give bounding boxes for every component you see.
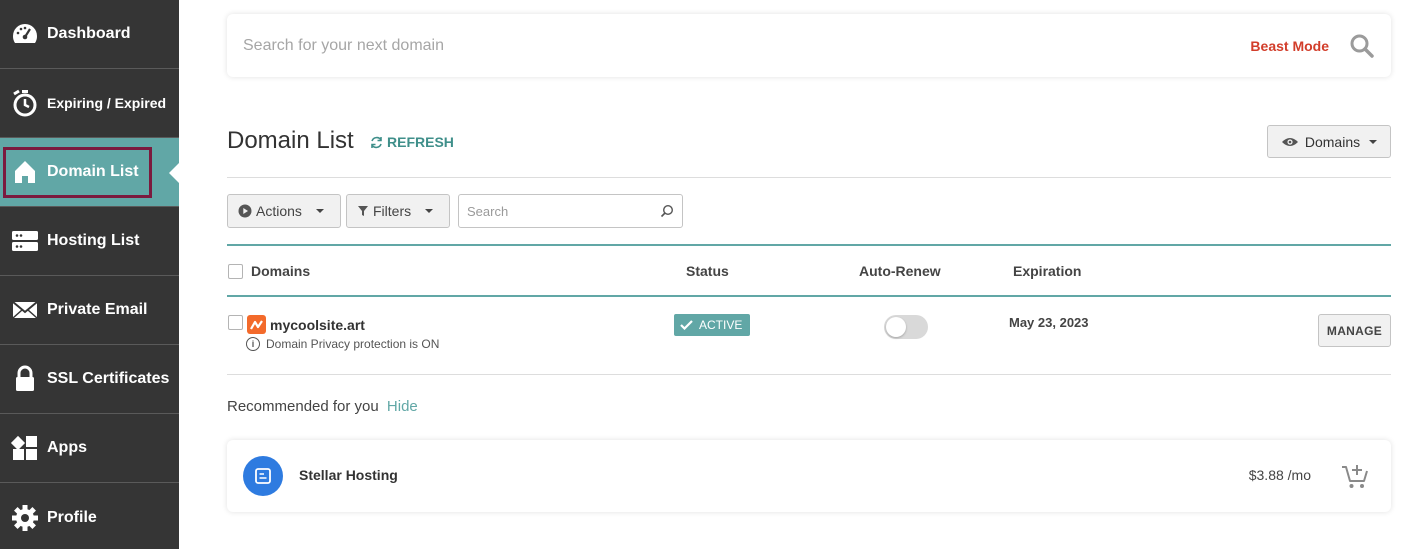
recommended-heading: Recommended for you Hide	[227, 398, 418, 415]
column-header-auto-renew[interactable]: Auto-Renew	[859, 263, 941, 279]
hide-recommended-link[interactable]: Hide	[387, 398, 418, 415]
speedometer-icon	[10, 19, 40, 49]
play-circle-icon	[238, 204, 252, 218]
status-badge: ACTIVE	[674, 314, 751, 336]
sidebar-item-expiring[interactable]: Expiring / Expired	[0, 69, 179, 138]
column-header-domains[interactable]: Domains	[251, 263, 310, 279]
eye-icon	[1281, 137, 1298, 146]
sidebar-item-ssl[interactable]: SSL Certificates	[0, 345, 179, 414]
domain-name-link[interactable]: mycoolsite.art	[270, 317, 365, 333]
refresh-button[interactable]: REFRESH	[370, 134, 454, 150]
expiration-date: May 23, 2023	[1009, 315, 1089, 330]
auto-renew-toggle[interactable]	[884, 315, 928, 339]
privacy-note-text: Domain Privacy protection is ON	[266, 337, 440, 351]
domain-search-input[interactable]	[243, 36, 1251, 55]
sidebar-item-label: Apps	[47, 439, 87, 456]
sidebar-item-label: Hosting List	[47, 232, 140, 249]
recommendation-price: $3.88 /mo	[1248, 467, 1311, 483]
column-header-status[interactable]: Status	[686, 263, 729, 279]
sidebar-item-label: Expiring / Expired	[47, 95, 167, 111]
gear-icon	[10, 503, 40, 533]
column-header-expiration[interactable]: Expiration	[1013, 263, 1081, 279]
sidebar-item-dashboard[interactable]: Dashboard	[0, 0, 179, 69]
divider	[227, 177, 1391, 178]
table-header: Domains Status Auto-Renew Expiration	[227, 244, 1391, 297]
chevron-down-icon	[315, 209, 324, 213]
recommendation-name: Stellar Hosting	[299, 467, 398, 483]
filters-dropdown[interactable]: Filters	[346, 194, 450, 228]
sidebar-item-label: Profile	[47, 508, 97, 526]
hosting-icon	[243, 456, 283, 496]
sidebar-item-apps[interactable]: Apps	[0, 414, 179, 483]
manage-button[interactable]: MANAGE	[1318, 314, 1391, 347]
sidebar-item-private-email[interactable]: Private Email	[0, 276, 179, 345]
actions-dropdown[interactable]: Actions	[227, 194, 341, 228]
timer-icon	[10, 88, 40, 118]
add-to-cart-icon[interactable]	[1341, 462, 1369, 490]
sidebar: Dashboard Expiring / Expired Domain List…	[0, 0, 179, 549]
server-icon	[10, 226, 40, 256]
view-dropdown[interactable]: Domains	[1267, 125, 1391, 158]
table-row: mycoolsite.art i Domain Privacy protecti…	[227, 297, 1391, 375]
table-search	[458, 194, 683, 228]
domain-logo-icon	[247, 315, 266, 334]
privacy-note: i Domain Privacy protection is ON	[246, 337, 439, 351]
envelope-icon	[10, 295, 40, 325]
refresh-label: REFRESH	[387, 134, 454, 150]
chevron-down-icon	[425, 209, 434, 213]
lock-icon	[10, 364, 40, 394]
view-dropdown-label: Domains	[1304, 133, 1361, 150]
table-search-input[interactable]	[467, 203, 660, 219]
checkmark-icon	[680, 320, 693, 330]
search-icon[interactable]	[1349, 33, 1375, 59]
select-all-checkbox[interactable]	[228, 264, 243, 279]
filters-label: Filters	[373, 203, 412, 219]
sidebar-item-label: SSL Certificates	[47, 370, 170, 387]
beast-mode-link[interactable]: Beast Mode	[1250, 38, 1329, 54]
sidebar-item-domain-list[interactable]: Domain List	[0, 138, 179, 207]
sidebar-item-hosting-list[interactable]: Hosting List	[0, 207, 179, 276]
highlight-box	[3, 147, 152, 198]
chevron-down-icon	[1369, 139, 1378, 144]
recommended-title: Recommended for you	[227, 398, 379, 415]
sidebar-item-profile[interactable]: Profile	[0, 483, 179, 552]
search-icon[interactable]	[660, 204, 674, 218]
status-text: ACTIVE	[699, 318, 743, 332]
sidebar-item-label: Dashboard	[47, 25, 131, 42]
apps-icon	[10, 433, 40, 463]
row-checkbox[interactable]	[228, 315, 243, 330]
info-icon: i	[246, 337, 260, 351]
active-pointer	[169, 163, 179, 183]
filter-icon	[358, 206, 368, 216]
sidebar-item-label: Private Email	[47, 301, 148, 318]
actions-label: Actions	[256, 203, 302, 219]
toggle-knob	[886, 317, 906, 337]
refresh-icon	[371, 136, 382, 148]
domain-search-bar: Beast Mode	[227, 14, 1391, 77]
page-title: Domain List	[227, 127, 354, 154]
recommendation-card[interactable]: Stellar Hosting $3.88 /mo	[227, 440, 1391, 512]
